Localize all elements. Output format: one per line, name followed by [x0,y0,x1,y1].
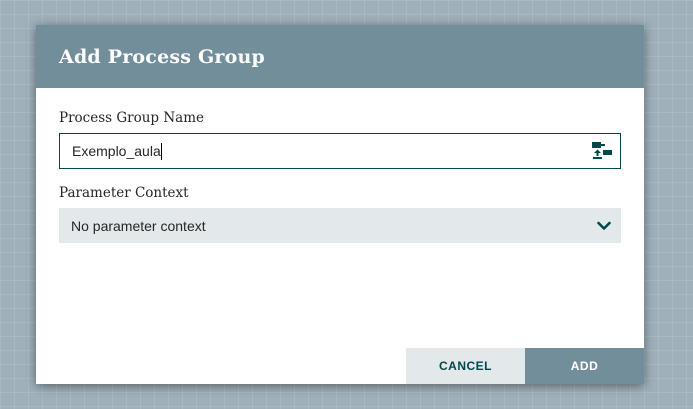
dialog-footer: CANCEL ADD [406,348,644,384]
add-button[interactable]: ADD [525,348,644,384]
parameter-context-selected-value: No parameter context [71,217,206,234]
dialog-header: Add Process Group [36,25,644,88]
add-process-group-dialog: Add Process Group Process Group Name Exe… [36,25,644,384]
chevron-down-icon [597,221,611,230]
dialog-title: Add Process Group [59,45,265,68]
upload-process-group-icon[interactable] [592,141,612,161]
process-group-name-value: Exemplo_aula [72,143,161,159]
process-group-name-field[interactable]: Exemplo_aula [59,133,621,169]
cancel-button[interactable]: CANCEL [406,348,525,384]
parameter-context-select[interactable]: No parameter context [59,208,621,243]
parameter-context-label: Parameter Context [59,185,189,201]
process-group-name-input[interactable]: Exemplo_aula [60,134,592,168]
process-group-name-label: Process Group Name [59,110,205,126]
dialog-body: Process Group Name Exemplo_aula Paramete… [36,88,644,243]
text-caret [160,142,162,160]
